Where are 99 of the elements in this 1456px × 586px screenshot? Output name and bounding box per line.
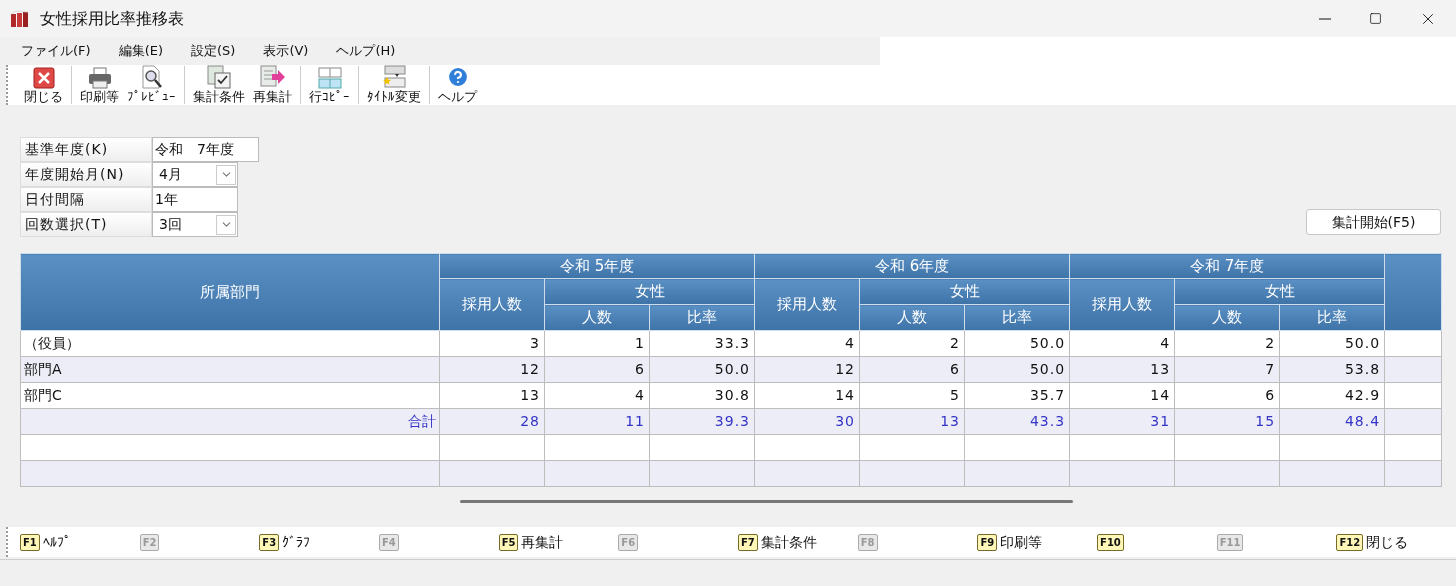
toolbar-button[interactable]: 集計条件 [189, 65, 249, 105]
column-header: 採用人数 [754, 278, 860, 331]
table-cell: 33.3 [649, 330, 755, 357]
table-cell: 12 [754, 356, 860, 383]
table-cell: 28 [439, 408, 545, 435]
menu-item[interactable]: ファイル(F) [12, 41, 100, 61]
input-field[interactable]: 令和 7年度 [152, 137, 259, 162]
table-cell: 2 [1174, 330, 1280, 357]
table-cell: 12 [439, 356, 545, 383]
input-field[interactable]: 1年 [152, 187, 238, 212]
table-cell: 13 [439, 382, 545, 409]
column-header: 女性 [544, 278, 755, 305]
function-key[interactable]: F10 [1097, 533, 1124, 551]
function-key[interactable]: F3 [259, 533, 280, 551]
function-key-label: 集計条件 [760, 532, 817, 552]
table-cell: 2 [859, 330, 965, 357]
table-cell: 部門A [20, 356, 440, 383]
table-cell: 35.7 [964, 382, 1070, 409]
toolbar-button[interactable]: ヘルプ [434, 65, 481, 105]
table-cell: 31 [1069, 408, 1175, 435]
table-cell: 4 [754, 330, 860, 357]
function-key-label: 印刷等 [1000, 532, 1043, 552]
table-cell: 30 [754, 408, 860, 435]
column-header: 比率 [649, 304, 755, 331]
chevron-down-icon [216, 214, 236, 235]
table-cell: 50.0 [649, 356, 755, 383]
function-key-label: ｸﾞﾗﾌ [282, 532, 311, 552]
table-cell: 6 [859, 356, 965, 383]
table-cell: 14 [1069, 382, 1175, 409]
function-key-label: 再集計 [521, 532, 564, 552]
toolbar-button[interactable]: 再集計 [249, 65, 296, 105]
toolbar-button[interactable]: ﾌﾟﾚﾋﾞｭｰ [123, 65, 180, 105]
table-cell: 53.8 [1279, 356, 1385, 383]
column-header: 令和 6年度 [754, 253, 1070, 279]
field-label: 回数選択(T) [20, 212, 152, 237]
dropdown-field[interactable]: 4月 [152, 162, 238, 187]
column-header: 女性 [1174, 278, 1385, 305]
toolbar-button[interactable]: 行ｺﾋﾟｰ [305, 65, 354, 105]
books-icon [10, 9, 30, 28]
table-cell: 4 [544, 382, 650, 409]
toolbar-button[interactable]: 印刷等 [76, 65, 123, 105]
menu-item[interactable]: 表示(V) [254, 41, 318, 61]
menu-item[interactable]: 設定(S) [182, 41, 245, 61]
table-cell: 50.0 [964, 356, 1070, 383]
field-label: 年度開始月(N) [20, 162, 152, 187]
table-cell: 部門C [20, 382, 440, 409]
table-cell: 11 [544, 408, 650, 435]
column-header: 人数 [1174, 304, 1280, 331]
table-cell: 39.3 [649, 408, 755, 435]
scrollbar-thumb[interactable] [460, 500, 1073, 503]
menu-item[interactable]: 編集(E) [109, 41, 172, 61]
chevron-down-icon [216, 164, 236, 185]
column-header: 所属部門 [20, 253, 440, 331]
function-key-label: ﾍﾙﾌﾟ [42, 532, 71, 552]
table-cell: 48.4 [1279, 408, 1385, 435]
total-label: 合計 [20, 408, 440, 435]
function-key-label: 閉じる [1366, 532, 1409, 552]
table-cell: 1 [544, 330, 650, 357]
menu-item[interactable]: ヘルプ(H) [327, 41, 405, 61]
table-cell: 15 [1174, 408, 1280, 435]
table-cell: 13 [1069, 356, 1175, 383]
table-cell: 3 [439, 330, 545, 357]
function-key[interactable]: F12 [1336, 533, 1364, 551]
table-cell: 50.0 [1279, 330, 1385, 357]
column-header: 人数 [544, 304, 650, 331]
column-header: 採用人数 [439, 278, 545, 331]
field-label: 日付間隔 [20, 187, 152, 212]
table-cell: 6 [544, 356, 650, 383]
minimize-icon [1319, 17, 1331, 20]
maximize-icon [1368, 12, 1382, 25]
table-cell: 42.9 [1279, 382, 1385, 409]
table-cell: 7 [1174, 356, 1280, 383]
table-cell: 4 [1069, 330, 1175, 357]
column-header: 令和 7年度 [1069, 253, 1385, 279]
star-table-icon [382, 65, 406, 89]
column-header: 比率 [964, 304, 1070, 331]
column-header: 令和 5年度 [439, 253, 755, 279]
dropdown-field[interactable]: 3回 [152, 212, 238, 237]
table-cell: 43.3 [964, 408, 1070, 435]
column-header: 採用人数 [1069, 278, 1175, 331]
function-key[interactable]: F5 [498, 533, 519, 551]
column-header: 女性 [859, 278, 1070, 305]
table-cell: 14 [754, 382, 860, 409]
function-key[interactable]: F9 [977, 533, 998, 551]
function-key[interactable]: F7 [738, 533, 758, 551]
table-cell: 13 [859, 408, 965, 435]
toolbar-button[interactable]: ﾀｲﾄﾙ変更 [363, 65, 425, 105]
function-key[interactable]: F1 [20, 533, 40, 551]
table-cell: 5 [859, 382, 965, 409]
column-header: 比率 [1279, 304, 1385, 331]
start-button[interactable]: 集計開始(F5) [1306, 209, 1441, 235]
toolbar-button[interactable]: 閉じる [20, 65, 67, 105]
column-header: 人数 [859, 304, 965, 331]
field-label: 基準年度(K) [20, 137, 152, 162]
table-cell: （役員） [20, 330, 440, 357]
table-cell: 50.0 [964, 330, 1070, 357]
window-title: 女性採用比率推移表 [40, 7, 184, 30]
table-cell: 6 [1174, 382, 1280, 409]
table-cell: 30.8 [649, 382, 755, 409]
